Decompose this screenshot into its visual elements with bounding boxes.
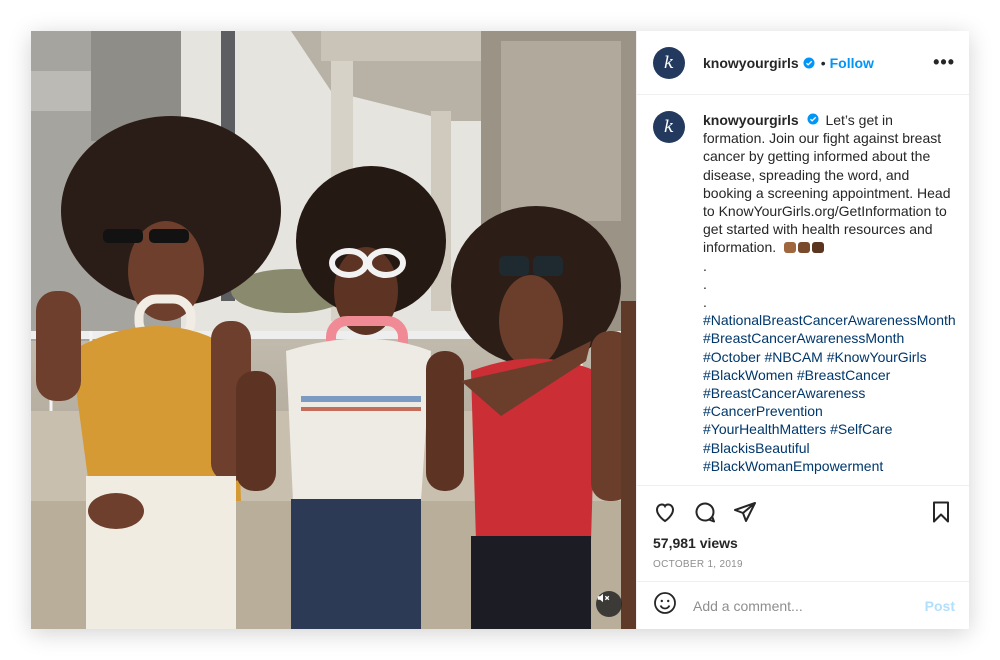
caption: knowyourgirls Let’s get in formation. Jo… — [703, 111, 959, 475]
verified-badge-icon — [807, 113, 819, 125]
hashtag-line[interactable]: #BlackisBeautiful — [703, 439, 959, 457]
caption-avatar[interactable]: k — [653, 111, 685, 143]
separator-dot: • — [820, 54, 826, 71]
hashtag-line[interactable]: #October #NBCAM #KnowYourGirls — [703, 348, 959, 366]
hashtag-line[interactable]: #BreastCancerAwareness — [703, 384, 959, 402]
hashtag-line[interactable]: #CancerPrevention — [703, 402, 959, 420]
views-count[interactable]: 57,981 views — [653, 535, 953, 551]
hashtag-line[interactable]: #YourHealthMatters #SelfCare — [703, 420, 959, 438]
avatar-letter: k — [663, 52, 675, 73]
post-actions: 57,981 views OCTOBER 1, 2019 — [637, 485, 969, 581]
caption-area: k knowyourgirls Let’s get in formation. … — [637, 95, 969, 485]
mute-button[interactable] — [596, 591, 622, 617]
comment-input[interactable] — [691, 596, 925, 615]
video-frame-illustration — [31, 31, 636, 629]
post-video[interactable] — [31, 31, 636, 629]
caption-dot-1: . — [703, 257, 707, 274]
more-options-icon[interactable]: ••• — [933, 52, 955, 73]
caption-text: Let’s get in formation. Join our fight a… — [703, 112, 951, 256]
avatar-letter: k — [663, 117, 675, 137]
verified-badge-icon — [803, 57, 815, 69]
hashtag-line[interactable]: #BlackWomen #BreastCancer — [703, 366, 959, 384]
action-icons-row — [653, 500, 953, 524]
caption-dot-2: . — [703, 275, 707, 292]
post-modal: k knowyourgirls • Follow ••• k knowyourg… — [31, 31, 969, 629]
post-header: k knowyourgirls • Follow ••• — [637, 31, 969, 95]
add-comment-bar: Post — [637, 581, 969, 629]
heart-icon[interactable] — [653, 500, 677, 524]
avatar[interactable]: k — [653, 46, 685, 79]
emoji-icon[interactable] — [653, 591, 677, 620]
share-icon[interactable] — [733, 500, 757, 524]
hashtag-line[interactable]: #NationalBreastCancerAwarenessMonth #Bre… — [703, 311, 959, 347]
follow-button[interactable]: Follow — [830, 55, 874, 71]
post-date[interactable]: OCTOBER 1, 2019 — [653, 559, 953, 570]
post-comment-button[interactable]: Post — [925, 598, 955, 614]
post-side-panel: k knowyourgirls • Follow ••• k knowyourg… — [636, 31, 969, 629]
caption-username[interactable]: knowyourgirls — [703, 112, 799, 128]
hashtag-line[interactable]: #BlackWomanEmpowerment — [703, 457, 959, 475]
comment-icon[interactable] — [693, 500, 717, 524]
raised-fists-emoji-icon — [783, 240, 825, 254]
bookmark-icon[interactable] — [929, 500, 953, 524]
caption-dot-3: . — [703, 294, 707, 311]
username-link[interactable]: knowyourgirls — [703, 55, 799, 71]
